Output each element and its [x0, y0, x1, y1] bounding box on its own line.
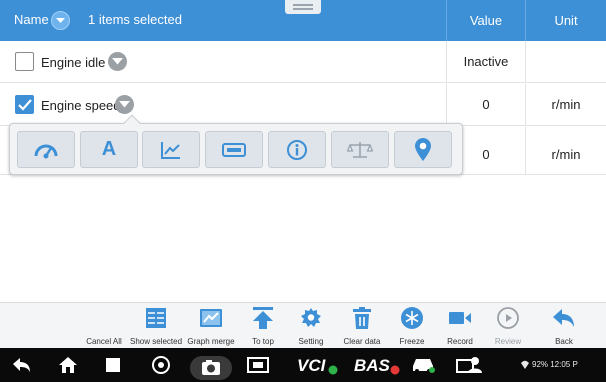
row-checkbox[interactable] [15, 52, 34, 71]
value-column-header: Value [446, 0, 525, 41]
vehicle-icon[interactable] [410, 356, 436, 374]
table-row[interactable]: Engine idle Inactive [0, 41, 606, 83]
toolbar-label: Graph merge [187, 337, 235, 346]
gauge-view-button[interactable] [17, 131, 75, 168]
toolbar-label: To top [252, 337, 274, 346]
location-button[interactable] [394, 131, 452, 168]
toolbar-label: Cancel All [86, 337, 122, 346]
text-icon: A [101, 138, 117, 160]
name-column-header: Name [14, 12, 49, 27]
show-selected-button[interactable]: Show selected [126, 303, 186, 349]
line-chart-icon [161, 141, 180, 159]
home-icon[interactable] [58, 356, 78, 374]
digital-display-icon [222, 142, 246, 157]
show-selected-icon [146, 308, 166, 328]
graph-view-button[interactable] [142, 131, 200, 168]
compare-button[interactable] [331, 131, 389, 168]
toolbar-label: Back [555, 337, 573, 346]
trash-icon [353, 307, 371, 329]
vci-status-label[interactable]: VCI [297, 356, 325, 376]
graph-merge-icon [200, 309, 222, 327]
row-value: Inactive [446, 41, 525, 83]
cancel-all-button[interactable]: Cancel All [84, 303, 124, 349]
toolbar-label: Freeze [399, 337, 425, 346]
snowflake-icon [401, 307, 423, 329]
selection-count: 1 items selected [88, 12, 182, 27]
play-icon [497, 307, 519, 329]
info-button[interactable] [268, 131, 326, 168]
to-top-button[interactable]: To top [244, 303, 282, 349]
info-icon [287, 139, 307, 160]
row-value: 0 [446, 84, 525, 126]
camera-icon[interactable] [190, 356, 232, 380]
row-unit: r/min [525, 127, 606, 175]
status-battery-time: 92% 12:05 P [532, 360, 578, 369]
digital-view-button[interactable] [205, 131, 263, 168]
vci-connected-icon [328, 365, 338, 375]
row-menu-dropdown-icon[interactable] [115, 95, 134, 114]
bottom-toolbar: Cancel All Show selected Graph merge To … [0, 302, 606, 348]
location-pin-icon [415, 137, 431, 161]
gauge-icon [34, 144, 58, 158]
bas-label[interactable]: BAS [354, 356, 390, 376]
freeze-button[interactable]: Freeze [392, 303, 432, 349]
back-arrow-icon [553, 309, 574, 327]
wifi-icon [521, 360, 529, 369]
row-unit: r/min [525, 84, 606, 126]
toolbar-label: Record [447, 337, 473, 346]
row-label: Engine idle [41, 55, 106, 70]
clear-data-button[interactable]: Clear data [339, 303, 385, 349]
row-menu-dropdown-icon[interactable] [108, 52, 127, 71]
data-list-header: Name 1 items selected Value Unit [0, 0, 606, 41]
system-nav-bar: VCI BAS 92% 12:05 P [0, 348, 606, 382]
balance-scale-icon [347, 141, 373, 158]
unit-column-header: Unit [525, 0, 606, 41]
table-row[interactable]: Engine speed 0 r/min [0, 84, 606, 126]
graph-merge-button[interactable]: Graph merge [184, 303, 238, 349]
record-icon [449, 312, 471, 324]
bas-disconnected-icon [390, 365, 400, 375]
remote-expert-icon[interactable] [456, 356, 482, 374]
browser-icon[interactable] [151, 356, 171, 374]
toolbar-label: Clear data [343, 337, 381, 346]
sort-dropdown-icon[interactable] [51, 11, 70, 30]
pull-down-handle[interactable] [285, 0, 321, 14]
toolbar-label: Setting [298, 337, 324, 346]
text-view-button[interactable]: A [80, 131, 138, 168]
row-checkbox-checked[interactable] [15, 95, 34, 114]
recent-apps-icon[interactable] [105, 356, 121, 374]
toolbar-label: Show selected [129, 337, 183, 346]
setting-button[interactable]: Setting [291, 303, 331, 349]
row-unit [525, 41, 606, 83]
review-button[interactable]: Review [488, 303, 528, 349]
toolbar-label: Review [494, 337, 522, 346]
gear-icon [301, 308, 321, 327]
row-label: Engine speed [41, 98, 121, 113]
record-button[interactable]: Record [437, 303, 483, 349]
screen-record-icon[interactable] [247, 356, 269, 374]
display-mode-popup: A [9, 114, 463, 175]
back-button[interactable]: Back [541, 303, 587, 349]
to-top-icon [253, 307, 273, 329]
back-icon[interactable] [12, 356, 32, 374]
